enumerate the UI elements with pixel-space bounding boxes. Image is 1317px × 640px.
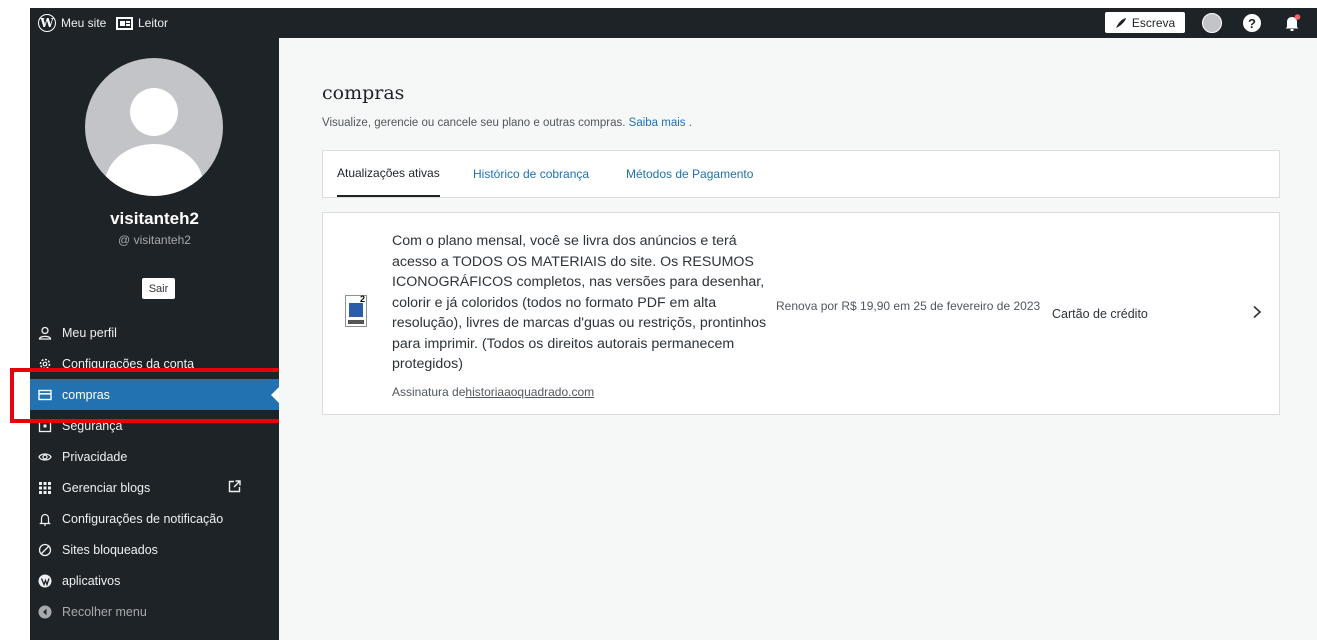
profile-avatar[interactable] <box>85 58 223 196</box>
my-site-label: Meu site <box>61 16 107 30</box>
block-icon <box>38 543 52 557</box>
username: @ visitanteh2 <box>118 233 191 247</box>
user-avatar[interactable] <box>1202 13 1222 33</box>
sidebar-item-label: Gerenciar blogs <box>62 480 151 495</box>
reader-label: Leitor <box>138 16 169 30</box>
learn-more-suffix: . <box>685 117 692 129</box>
sidebar: visitanteh2 @ visitanteh2 Sair Meu perfi… <box>30 38 279 640</box>
main-content: compras Visualize, gerencie ou cancele s… <box>279 38 1317 640</box>
sidebar-item-notification-settings[interactable]: Configurações de notificação <box>30 503 279 534</box>
sidebar-nav: Meu perfil Configurações da conta compra… <box>30 317 279 627</box>
external-link-icon <box>228 480 241 493</box>
notifications-bell-icon[interactable] <box>1283 14 1301 32</box>
grid-icon <box>38 481 52 495</box>
tab-payment-methods[interactable]: Métodos de Pagamento <box>626 151 753 197</box>
tab-active-upgrades[interactable]: Atualizações ativas <box>337 151 440 197</box>
sidebar-item-my-profile[interactable]: Meu perfil <box>30 317 279 348</box>
page-description-text: Visualize, gerencie ou cancele seu plano… <box>322 117 626 129</box>
page-title: compras <box>322 82 405 104</box>
tab-billing-history[interactable]: Histórico de cobrança <box>473 151 589 197</box>
sidebar-item-collapse-menu[interactable]: Recolher menu <box>30 596 279 627</box>
sidebar-item-label: Sites bloqueados <box>62 542 158 557</box>
eye-icon <box>38 450 52 464</box>
wordpress-logo-icon: W <box>38 14 56 32</box>
page-description: Visualize, gerencie ou cancele seu plano… <box>322 117 692 129</box>
signout-button[interactable]: Sair <box>142 278 175 299</box>
my-site-link[interactable]: W Meu site <box>38 8 106 38</box>
purchase-description: Com o plano mensal, você se livra dos an… <box>392 233 767 372</box>
display-name: visitanteh2 <box>110 209 199 228</box>
renewal-info: Renova por R$ 19,90 em 25 de fevereiro d… <box>776 299 1041 313</box>
sidebar-item-manage-blogs[interactable]: Gerenciar blogs <box>30 472 279 503</box>
reader-icon <box>116 16 133 30</box>
sidebar-item-apps[interactable]: aplicativos <box>30 565 279 596</box>
help-icon[interactable]: ? <box>1243 14 1261 32</box>
wordpress-app-icon <box>38 574 52 588</box>
sidebar-item-label: Configurações de notificação <box>62 511 224 526</box>
cropped-caption <box>0 0 1317 8</box>
chevron-right-icon[interactable] <box>1251 305 1263 319</box>
write-label: Escreva <box>1131 15 1176 30</box>
sidebar-item-blocked-sites[interactable]: Sites bloqueados <box>30 534 279 565</box>
purchase-site: Assinatura dehistoriaaoquadrado.com <box>392 385 594 399</box>
collapse-icon <box>38 605 52 619</box>
write-button[interactable]: Escreva <box>1105 12 1185 33</box>
learn-more-link[interactable]: Saiba mais <box>629 117 686 129</box>
sidebar-item-label: Meu perfil <box>62 325 117 340</box>
masterbar: W Meu site Leitor Escreva ? <box>30 8 1317 38</box>
purchase-item[interactable]: 2 Com o plano mensal, você se livra dos … <box>322 212 1280 415</box>
purchases-tabs: Atualizações ativas Histórico de cobranç… <box>322 150 1280 198</box>
sidebar-item-label: Privacidade <box>62 449 128 464</box>
highlight-annotation <box>10 368 300 423</box>
payment-method: Cartão de crédito <box>1052 307 1148 321</box>
purchase-site-prefix: Assinatura de <box>392 385 466 399</box>
sidebar-item-privacy[interactable]: Privacidade <box>30 441 279 472</box>
reader-link[interactable]: Leitor <box>116 8 168 38</box>
pen-icon <box>1115 17 1126 28</box>
bell-icon <box>38 512 52 526</box>
user-icon <box>38 326 52 340</box>
sidebar-item-label: Recolher menu <box>62 604 147 619</box>
site-icon: 2 <box>345 294 367 327</box>
purchase-site-link[interactable]: historiaaoquadrado.com <box>465 385 594 399</box>
sidebar-item-label: aplicativos <box>62 573 121 588</box>
